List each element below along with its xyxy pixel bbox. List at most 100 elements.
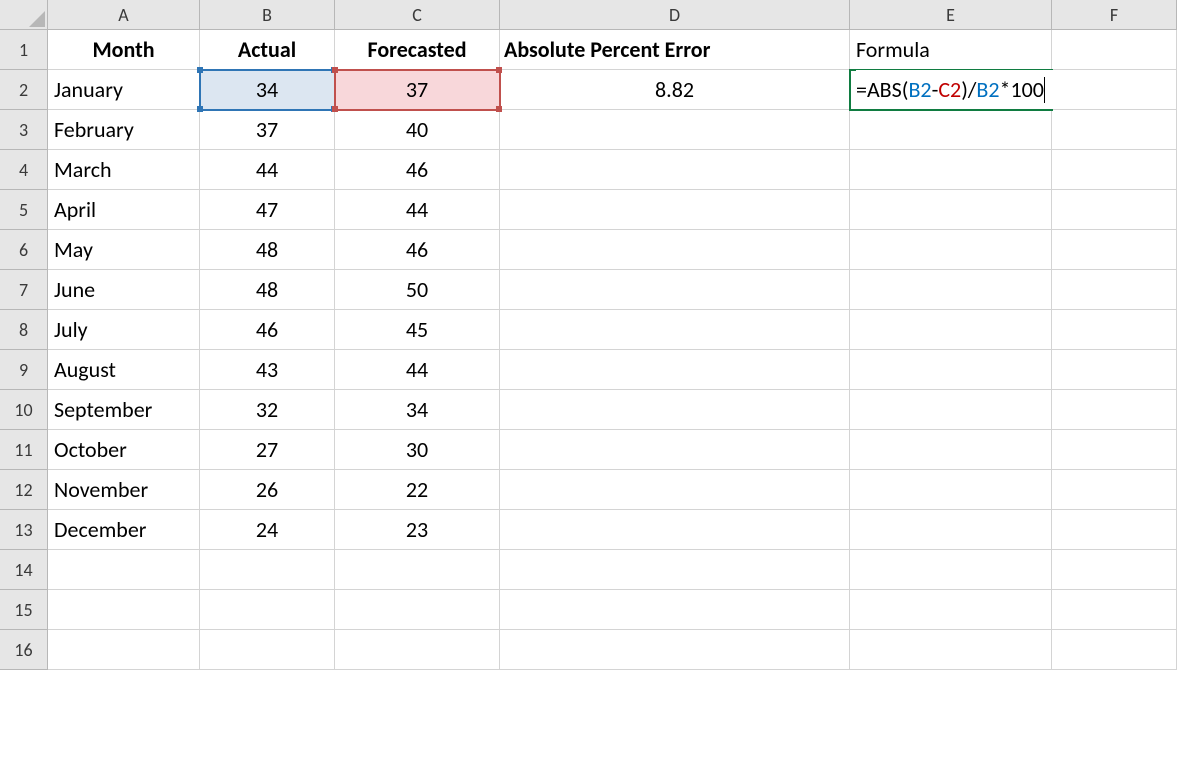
cell-F4[interactable]: [1052, 150, 1177, 190]
cell-E8[interactable]: [850, 310, 1052, 350]
cell-A4[interactable]: March: [48, 150, 200, 190]
col-header-F[interactable]: F: [1052, 0, 1177, 30]
cell-F16[interactable]: [1052, 630, 1177, 670]
cell-C5[interactable]: 44: [335, 190, 500, 230]
cell-E16[interactable]: [850, 630, 1052, 670]
cell-E1[interactable]: Formula: [850, 30, 1052, 70]
cell-D4[interactable]: [500, 150, 850, 190]
row-header-6[interactable]: 6: [0, 230, 48, 270]
row-header-13[interactable]: 13: [0, 510, 48, 550]
cell-B13[interactable]: 24: [200, 510, 335, 550]
cell-B8[interactable]: 46: [200, 310, 335, 350]
cell-A16[interactable]: [48, 630, 200, 670]
cell-F1[interactable]: [1052, 30, 1177, 70]
cell-A7[interactable]: June: [48, 270, 200, 310]
cell-C11[interactable]: 30: [335, 430, 500, 470]
cell-B7[interactable]: 48: [200, 270, 335, 310]
cell-B16[interactable]: [200, 630, 335, 670]
cell-C13[interactable]: 23: [335, 510, 500, 550]
row-header-8[interactable]: 8: [0, 310, 48, 350]
cell-D5[interactable]: [500, 190, 850, 230]
formula-editor[interactable]: =ABS(B2-C2)/B2*100: [856, 70, 1176, 109]
cell-C7[interactable]: 50: [335, 270, 500, 310]
cell-F12[interactable]: [1052, 470, 1177, 510]
cell-C6[interactable]: 46: [335, 230, 500, 270]
cell-E10[interactable]: [850, 390, 1052, 430]
cell-D9[interactable]: [500, 350, 850, 390]
cell-D10[interactable]: [500, 390, 850, 430]
cell-A1[interactable]: Month: [48, 30, 200, 70]
cell-D13[interactable]: [500, 510, 850, 550]
cell-B5[interactable]: 47: [200, 190, 335, 230]
cell-A12[interactable]: November: [48, 470, 200, 510]
row-header-4[interactable]: 4: [0, 150, 48, 190]
cell-C15[interactable]: [335, 590, 500, 630]
row-header-16[interactable]: 16: [0, 630, 48, 670]
cell-D8[interactable]: [500, 310, 850, 350]
cell-F13[interactable]: [1052, 510, 1177, 550]
cell-B15[interactable]: [200, 590, 335, 630]
cell-B3[interactable]: 37: [200, 110, 335, 150]
cell-F8[interactable]: [1052, 310, 1177, 350]
cell-A3[interactable]: February: [48, 110, 200, 150]
cell-C1[interactable]: Forecasted: [335, 30, 500, 70]
cell-D12[interactable]: [500, 470, 850, 510]
cell-D1[interactable]: Absolute Percent Error: [500, 30, 850, 70]
cell-A10[interactable]: September: [48, 390, 200, 430]
cell-A15[interactable]: [48, 590, 200, 630]
cell-B12[interactable]: 26: [200, 470, 335, 510]
cell-A6[interactable]: May: [48, 230, 200, 270]
cell-E2[interactable]: =ABS(B2-C2)/B2*100: [850, 70, 1052, 110]
row-header-14[interactable]: 14: [0, 550, 48, 590]
row-header-15[interactable]: 15: [0, 590, 48, 630]
row-header-1[interactable]: 1: [0, 30, 48, 70]
cell-F5[interactable]: [1052, 190, 1177, 230]
cell-D15[interactable]: [500, 590, 850, 630]
row-header-2[interactable]: 2: [0, 70, 48, 110]
row-header-10[interactable]: 10: [0, 390, 48, 430]
cell-D16[interactable]: [500, 630, 850, 670]
cell-A13[interactable]: December: [48, 510, 200, 550]
cell-E4[interactable]: [850, 150, 1052, 190]
cell-C4[interactable]: 46: [335, 150, 500, 190]
cell-F11[interactable]: [1052, 430, 1177, 470]
row-header-9[interactable]: 9: [0, 350, 48, 390]
cell-D3[interactable]: [500, 110, 850, 150]
cell-B2[interactable]: 34: [200, 70, 335, 110]
cell-D14[interactable]: [500, 550, 850, 590]
cell-E3[interactable]: [850, 110, 1052, 150]
col-header-C[interactable]: C: [335, 0, 500, 30]
spreadsheet-grid[interactable]: A B C D E F 1 Month Actual Forecasted Ab…: [0, 0, 1177, 670]
cell-F9[interactable]: [1052, 350, 1177, 390]
cell-E15[interactable]: [850, 590, 1052, 630]
cell-C12[interactable]: 22: [335, 470, 500, 510]
cell-A9[interactable]: August: [48, 350, 200, 390]
cell-F7[interactable]: [1052, 270, 1177, 310]
cell-F14[interactable]: [1052, 550, 1177, 590]
cell-C14[interactable]: [335, 550, 500, 590]
col-header-E[interactable]: E: [850, 0, 1052, 30]
cell-C3[interactable]: 40: [335, 110, 500, 150]
cell-A8[interactable]: July: [48, 310, 200, 350]
cell-D7[interactable]: [500, 270, 850, 310]
cell-F3[interactable]: [1052, 110, 1177, 150]
cell-E12[interactable]: [850, 470, 1052, 510]
row-header-3[interactable]: 3: [0, 110, 48, 150]
row-header-11[interactable]: 11: [0, 430, 48, 470]
cell-C8[interactable]: 45: [335, 310, 500, 350]
cell-A5[interactable]: April: [48, 190, 200, 230]
cell-D2[interactable]: 8.82: [500, 70, 850, 110]
select-all-corner[interactable]: [0, 0, 48, 30]
cell-A2[interactable]: January: [48, 70, 200, 110]
cell-F10[interactable]: [1052, 390, 1177, 430]
cell-E13[interactable]: [850, 510, 1052, 550]
cell-C2[interactable]: 37: [335, 70, 500, 110]
col-header-A[interactable]: A: [48, 0, 200, 30]
cell-F15[interactable]: [1052, 590, 1177, 630]
cell-A14[interactable]: [48, 550, 200, 590]
cell-C16[interactable]: [335, 630, 500, 670]
cell-F6[interactable]: [1052, 230, 1177, 270]
cell-E5[interactable]: [850, 190, 1052, 230]
cell-B4[interactable]: 44: [200, 150, 335, 190]
cell-B6[interactable]: 48: [200, 230, 335, 270]
